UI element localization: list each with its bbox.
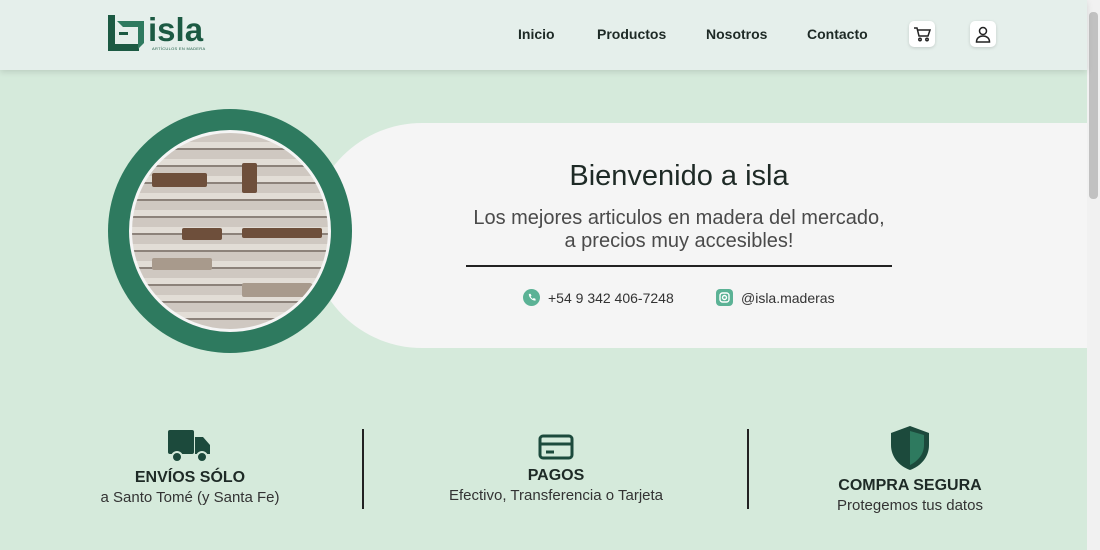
user-button[interactable] [970,21,996,47]
phone-contact[interactable]: +54 9 342 406-7248 [523,289,674,306]
feature-divider [747,429,749,509]
nav-inicio[interactable]: Inicio [518,26,555,42]
hero-image-ring [108,109,352,353]
cart-icon [914,27,931,42]
feature-desc: Efectivo, Transferencia o Tarjeta [449,487,663,504]
header: isla ARTÍCULOS EN MADERA Inicio Producto… [0,0,1087,70]
feature-envios: ENVÍOS SÓLO a Santo Tomé (y Santa Fe) [90,428,290,506]
instagram-contact[interactable]: @isla.maderas [716,289,835,306]
whatsapp-icon [523,289,540,306]
nav-contacto[interactable]: Contacto [807,26,868,42]
logo[interactable]: isla ARTÍCULOS EN MADERA [108,11,206,51]
phone-number: +54 9 342 406-7248 [548,289,674,306]
instagram-icon [716,289,733,306]
feature-title: ENVÍOS SÓLO [134,469,246,486]
hero-photo [129,130,331,332]
user-icon [975,26,991,43]
logo-mark-icon [108,15,144,51]
credit-card-icon [538,434,574,460]
feature-desc: Protegemos tus datos [837,497,983,514]
feature-divider [362,429,364,509]
feature-compra-segura: COMPRA SEGURA Protegemos tus datos [810,424,1010,514]
logo-text: isla [148,11,204,48]
truck-icon [168,430,210,463]
instagram-handle: @isla.maderas [741,289,835,306]
feature-desc: a Santo Tomé (y Santa Fe) [100,489,280,506]
divider [466,265,892,267]
feature-title: COMPRA SEGURA [838,477,982,494]
scrollbar-thumb[interactable] [1089,12,1098,199]
feature-title: PAGOS [527,467,585,484]
feature-pagos: PAGOS Efectivo, Transferencia o Tarjeta [436,432,676,504]
scrollbar[interactable] [1087,0,1100,550]
hero-title: Bienvenido a isla [569,160,789,192]
shield-icon [891,426,929,470]
logo-subtitle: ARTÍCULOS EN MADERA [152,46,206,51]
hero-subtitle: Los mejores articulos en madera del merc… [473,207,885,252]
cart-button[interactable] [909,21,935,47]
nav-nosotros[interactable]: Nosotros [706,26,767,42]
nav-productos[interactable]: Productos [597,26,666,42]
